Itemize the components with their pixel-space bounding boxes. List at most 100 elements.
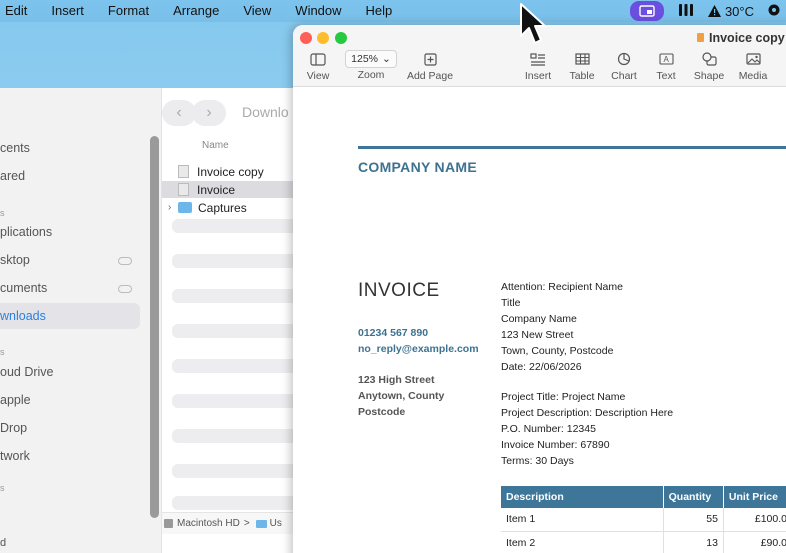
cell-description[interactable]: Item 1	[501, 508, 664, 532]
svg-text:A: A	[663, 55, 669, 64]
document-icon	[178, 165, 189, 178]
header-rule	[358, 146, 786, 149]
empty-row-placeholder	[172, 464, 302, 478]
file-name: Invoice copy	[197, 164, 264, 179]
column-header-quantity[interactable]: Quantity	[663, 486, 724, 508]
insert-label: Insert	[524, 70, 552, 82]
project-line: Project Description: Description Here	[501, 407, 674, 419]
screen-share-icon[interactable]	[629, 1, 664, 21]
sender-address-line[interactable]: Anytown, County	[358, 390, 444, 402]
path-users[interactable]: Us	[270, 518, 282, 529]
empty-row-placeholder	[172, 289, 302, 303]
document-page[interactable]: COMPANY NAME INVOICE 01234 567 890 no_re…	[293, 87, 786, 553]
forward-button[interactable]: ›	[192, 100, 226, 126]
sidebar-item-recents[interactable]: cents	[0, 141, 30, 155]
recipient-block[interactable]: Attention: Recipient Name Title Company …	[501, 279, 623, 375]
hard-drive-icon	[164, 519, 173, 528]
sidebar-item-downloads[interactable]: wnloads	[0, 309, 46, 323]
sidebar-item-airdrop[interactable]: Drop	[0, 421, 27, 435]
finder-sidebar: cents ared s plications sktop cuments wn…	[0, 88, 162, 553]
document-icon	[178, 183, 189, 196]
table-row: Item 2 13 £90.0	[501, 531, 786, 553]
zoom-control[interactable]: 125% ⌄ Zoom	[341, 50, 401, 81]
sidebar-item-apple[interactable]: apple	[0, 393, 31, 407]
remote-icon[interactable]	[678, 3, 694, 20]
add-page-button[interactable]: Add Page	[405, 51, 455, 82]
menu-window[interactable]: Window	[283, 0, 353, 22]
cell-quantity[interactable]: 55	[663, 508, 724, 532]
document-title-text: Invoice copy	[709, 30, 785, 45]
control-center-icon[interactable]	[768, 4, 780, 19]
view-label: View	[306, 70, 330, 82]
empty-row-placeholder	[172, 394, 302, 408]
chart-label: Chart	[611, 70, 637, 82]
document-title: Invoice copy ⌄	[697, 30, 786, 45]
project-block[interactable]: Project Title: Project Name Project Desc…	[501, 389, 673, 469]
email-address[interactable]: no_reply@example.com	[358, 343, 479, 355]
media-button[interactable]: Media	[737, 51, 769, 82]
table-row: Item 1 55 £100.0	[501, 508, 786, 532]
empty-row-placeholder	[172, 359, 302, 373]
folder-row[interactable]: › Captures	[162, 199, 310, 216]
path-separator: >	[243, 518, 250, 529]
temperature-label: 30°C	[724, 3, 754, 19]
table-icon	[567, 51, 597, 67]
column-header-name[interactable]: Name	[202, 140, 229, 151]
weather-widget[interactable]: 30°C	[707, 3, 754, 19]
zoom-window-button[interactable]	[335, 32, 347, 44]
recipient-line: Title	[501, 297, 521, 309]
menu-arrange[interactable]: Arrange	[161, 0, 231, 22]
shape-button[interactable]: Shape	[693, 51, 725, 82]
column-header-unit-price[interactable]: Unit Price	[723, 486, 786, 508]
close-button[interactable]	[300, 32, 312, 44]
empty-row-placeholder	[172, 496, 302, 510]
sidebar-item-shared[interactable]: ared	[0, 169, 25, 183]
column-header-description[interactable]: Description	[501, 486, 664, 508]
menu-bar: Edit Insert Format Arrange View Window H…	[0, 0, 786, 22]
minimize-button[interactable]	[317, 32, 329, 44]
sidebar-section-label: s	[0, 483, 5, 493]
sidebar-icon	[303, 51, 333, 67]
recipient-line: Company Name	[501, 313, 577, 325]
invoice-title[interactable]: INVOICE	[358, 280, 440, 302]
file-row-selected[interactable]: Invoice	[162, 181, 310, 198]
cell-unit-price[interactable]: £100.0	[723, 508, 786, 532]
sidebar-item-icloud-drive[interactable]: oud Drive	[0, 365, 54, 379]
sender-address-line[interactable]: Postcode	[358, 406, 405, 418]
menu-insert[interactable]: Insert	[39, 0, 96, 22]
chart-button[interactable]: Chart	[609, 51, 639, 82]
sidebar-item-network[interactable]: twork	[0, 449, 30, 463]
sender-address-line[interactable]: 123 High Street	[358, 374, 434, 386]
zoom-label: Zoom	[357, 69, 385, 81]
menu-help[interactable]: Help	[354, 0, 405, 22]
insert-icon	[523, 51, 553, 67]
menu-view[interactable]: View	[231, 0, 283, 22]
cell-description[interactable]: Item 2	[501, 531, 664, 553]
company-name[interactable]: COMPANY NAME	[358, 159, 477, 175]
file-row[interactable]: Invoice copy	[162, 163, 310, 180]
project-line: P.O. Number: 12345	[501, 423, 596, 435]
path-disk[interactable]: Macintosh HD	[177, 518, 240, 529]
back-button[interactable]: ‹	[162, 100, 196, 126]
invoice-items-table[interactable]: Description Quantity Unit Price Item 1 5…	[501, 486, 786, 553]
disclosure-chevron-icon[interactable]: ›	[168, 202, 178, 213]
table-button[interactable]: Table	[567, 51, 597, 82]
menu-edit[interactable]: Edit	[0, 0, 39, 22]
menu-format[interactable]: Format	[96, 0, 161, 22]
insert-button[interactable]: Insert	[523, 51, 553, 82]
phone-number[interactable]: 01234 567 890	[358, 327, 428, 339]
sidebar-item-desktop[interactable]: sktop	[0, 253, 30, 267]
zoom-select[interactable]: 125% ⌄	[345, 50, 397, 68]
sidebar-item-documents[interactable]: cuments	[0, 281, 47, 295]
cell-unit-price[interactable]: £90.0	[723, 531, 786, 553]
sidebar-scrollbar[interactable]	[150, 136, 159, 518]
chevron-down-icon: ⌄	[382, 53, 391, 65]
sidebar-item-applications[interactable]: plications	[0, 225, 52, 239]
shape-icon	[693, 51, 725, 67]
warning-icon	[707, 5, 721, 17]
cell-quantity[interactable]: 13	[663, 531, 724, 553]
recipient-line: Attention: Recipient Name	[501, 281, 623, 293]
view-button[interactable]: View	[303, 51, 333, 82]
text-button[interactable]: A Text	[651, 51, 681, 82]
empty-row-placeholder	[172, 429, 302, 443]
